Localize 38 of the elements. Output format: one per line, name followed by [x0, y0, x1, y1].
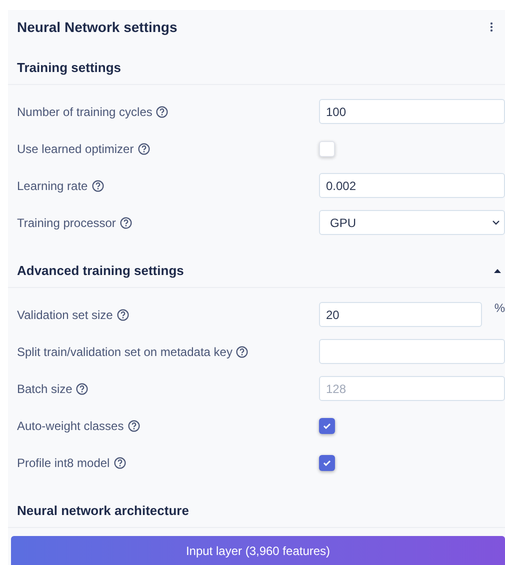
check-icon: [323, 422, 331, 429]
field-label: Number of training cycles: [17, 104, 152, 121]
help-icon[interactable]: [92, 180, 104, 192]
help-icon[interactable]: [138, 142, 150, 155]
section-heading: Advanced training settings: [17, 262, 184, 280]
field-label: Learning rate: [17, 178, 88, 195]
field-label: Split train/validation set on metadata key: [17, 344, 232, 361]
section-heading: Training settings: [17, 59, 122, 78]
collapse-caret-icon[interactable]: [494, 268, 501, 273]
more-menu-icon[interactable]: [490, 22, 493, 32]
input-field[interactable]: 0.002: [319, 173, 505, 198]
help-icon[interactable]: [114, 456, 126, 469]
panel-title: Neural Network settings: [17, 18, 178, 37]
field-label: Profile int8 model: [17, 454, 110, 472]
input-field[interactable]: 128: [319, 376, 505, 402]
help-icon[interactable]: [156, 106, 168, 118]
field-label: Use learned optimizer: [17, 140, 134, 158]
help-icon[interactable]: [120, 216, 132, 229]
help-icon[interactable]: [116, 308, 129, 321]
field-label: Validation set size: [17, 306, 113, 324]
field-label: Auto-weight classes: [17, 418, 124, 435]
input-layer-bar[interactable]: Input layer (3,960 features): [11, 536, 505, 565]
input-field[interactable]: 100: [319, 99, 505, 124]
field-label: Training processor: [17, 214, 116, 232]
help-icon[interactable]: [236, 346, 248, 358]
checkbox[interactable]: [319, 418, 335, 434]
section-heading: Neural network architecture: [17, 502, 189, 520]
unit-label: %: [494, 302, 505, 314]
chevron-down-icon: [492, 220, 500, 226]
input-field[interactable]: [319, 339, 505, 364]
checkbox[interactable]: [319, 454, 335, 471]
checkbox[interactable]: [319, 140, 335, 157]
field-label: Batch size: [17, 380, 72, 398]
input-field[interactable]: 20: [319, 302, 482, 328]
check-icon: [323, 460, 331, 466]
select-field[interactable]: GPU: [319, 210, 505, 236]
help-icon[interactable]: [76, 382, 88, 395]
help-icon[interactable]: [128, 420, 140, 432]
